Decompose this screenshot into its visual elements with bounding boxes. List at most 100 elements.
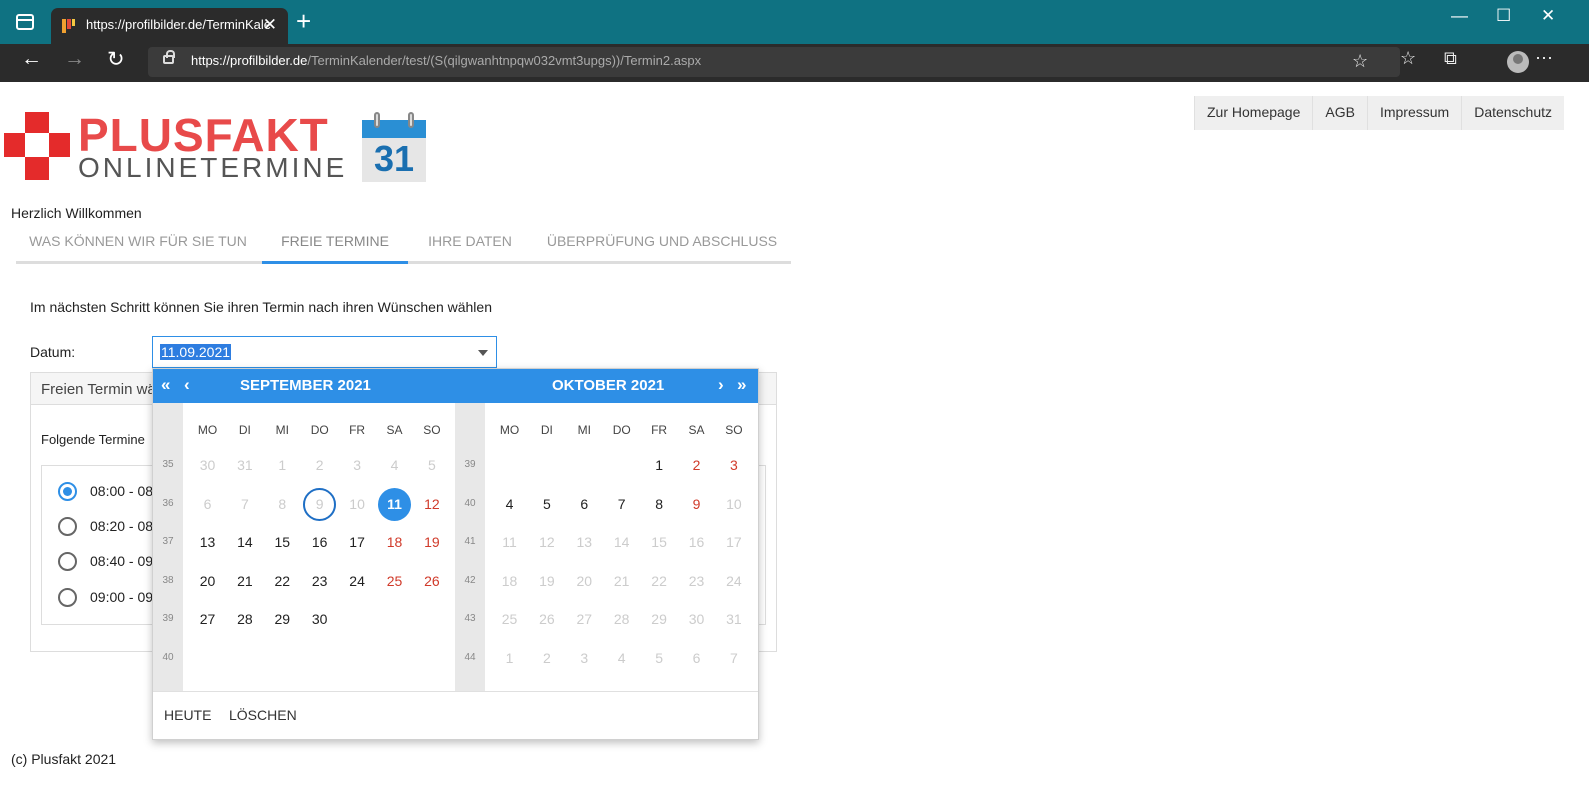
day-cell[interactable]: 4 (491, 488, 528, 520)
nav-homepage-link[interactable]: Zur Homepage (1194, 96, 1313, 130)
day-cell-selected[interactable]: 11 (376, 487, 413, 521)
collections-icon[interactable]: ⧉ (1444, 48, 1457, 69)
day-cell[interactable]: 11 (491, 526, 528, 558)
month-title-september[interactable]: SEPTEMBER 2021 (240, 377, 371, 394)
day-cell[interactable]: 6 (566, 488, 603, 520)
day-cell[interactable]: 5 (641, 642, 678, 674)
day-cell[interactable]: 4 (376, 449, 413, 481)
step-your-data[interactable]: IHRE DATEN (418, 228, 522, 264)
day-cell[interactable]: 22 (641, 565, 678, 597)
day-cell[interactable]: 15 (264, 526, 301, 558)
radio-icon[interactable] (58, 517, 77, 536)
day-cell[interactable]: 2 (678, 449, 715, 481)
day-cell[interactable]: 21 (226, 565, 263, 597)
day-cell[interactable]: 31 (715, 603, 752, 635)
favorites-icon[interactable]: ☆ (1400, 48, 1416, 69)
day-cell[interactable]: 7 (715, 642, 752, 674)
radio-icon[interactable] (58, 588, 77, 607)
day-cell[interactable]: 25 (491, 603, 528, 635)
day-cell[interactable]: 24 (339, 565, 376, 597)
day-cell[interactable]: 16 (301, 526, 338, 558)
step-services[interactable]: WAS KÖNNEN WIR FÜR SIE TUN (24, 228, 252, 264)
clear-button[interactable]: LÖSCHEN (229, 707, 297, 723)
day-cell[interactable]: 1 (264, 449, 301, 481)
day-cell[interactable]: 1 (641, 449, 678, 481)
dropdown-caret-icon[interactable] (478, 350, 488, 356)
forward-icon[interactable]: → (64, 47, 85, 71)
day-cell[interactable]: 2 (528, 642, 565, 674)
day-cell[interactable]: 10 (339, 488, 376, 520)
day-cell[interactable]: 28 (603, 603, 640, 635)
day-cell[interactable]: 4 (603, 642, 640, 674)
profile-avatar[interactable] (1507, 51, 1529, 73)
day-cell[interactable]: 12 (528, 526, 565, 558)
step-review[interactable]: ÜBERPRÜFUNG UND ABSCHLUSS (542, 228, 782, 264)
day-cell[interactable]: 13 (189, 526, 226, 558)
tab-actions-icon[interactable] (16, 14, 34, 30)
day-cell[interactable]: 24 (715, 565, 752, 597)
nav-agb-link[interactable]: AGB (1312, 96, 1367, 130)
day-cell[interactable]: 3 (339, 449, 376, 481)
day-cell[interactable]: 20 (566, 565, 603, 597)
day-cell[interactable]: 12 (413, 488, 450, 520)
radio-selected-icon[interactable] (58, 482, 77, 501)
radio-icon[interactable] (58, 552, 77, 571)
day-cell[interactable]: 8 (264, 488, 301, 520)
day-cell[interactable]: 23 (678, 565, 715, 597)
next-month-icon[interactable]: › (718, 375, 724, 395)
day-cell[interactable]: 29 (264, 603, 301, 635)
day-cell[interactable]: 18 (376, 526, 413, 558)
day-cell[interactable]: 23 (301, 565, 338, 597)
day-cell[interactable]: 25 (376, 565, 413, 597)
add-favorite-icon[interactable]: ☆ (1352, 51, 1368, 72)
day-cell[interactable]: 3 (566, 642, 603, 674)
day-cell[interactable]: 6 (189, 488, 226, 520)
next-year-icon[interactable]: » (737, 375, 746, 395)
close-tab-icon[interactable]: ✕ (263, 8, 277, 42)
day-cell[interactable]: 10 (715, 488, 752, 520)
day-cell[interactable]: 27 (566, 603, 603, 635)
new-tab-icon[interactable]: + (296, 6, 311, 37)
day-cell[interactable]: 9 (678, 488, 715, 520)
day-cell[interactable]: 7 (226, 488, 263, 520)
day-cell[interactable]: 17 (715, 526, 752, 558)
day-cell[interactable]: 29 (641, 603, 678, 635)
plusfakt-logo[interactable]: PLUSFAKT ONLINETERMINE 31 (4, 109, 426, 184)
day-cell[interactable]: 8 (641, 488, 678, 520)
month-title-oktober[interactable]: OKTOBER 2021 (552, 377, 664, 394)
maximize-icon[interactable]: ☐ (1496, 6, 1511, 26)
day-cell[interactable]: 6 (678, 642, 715, 674)
day-cell[interactable]: 21 (603, 565, 640, 597)
day-cell[interactable]: 20 (189, 565, 226, 597)
day-cell[interactable]: 19 (528, 565, 565, 597)
day-cell[interactable]: 19 (413, 526, 450, 558)
day-cell[interactable]: 22 (264, 565, 301, 597)
day-cell[interactable]: 7 (603, 488, 640, 520)
day-cell[interactable]: 30 (189, 449, 226, 481)
step-free-appointments[interactable]: FREIE TERMINE (262, 228, 408, 264)
day-cell[interactable]: 26 (528, 603, 565, 635)
day-cell[interactable]: 14 (603, 526, 640, 558)
day-cell[interactable]: 14 (226, 526, 263, 558)
window-close-icon[interactable]: ✕ (1541, 6, 1555, 26)
day-cell[interactable]: 30 (678, 603, 715, 635)
day-cell[interactable]: 1 (491, 642, 528, 674)
back-icon[interactable]: ← (21, 47, 42, 71)
prev-year-icon[interactable]: « (161, 375, 170, 395)
day-cell[interactable]: 17 (339, 526, 376, 558)
day-cell[interactable]: 31 (226, 449, 263, 481)
today-button[interactable]: HEUTE (164, 707, 211, 723)
day-cell[interactable]: 5 (528, 488, 565, 520)
minimize-icon[interactable]: — (1451, 6, 1468, 26)
reload-icon[interactable]: ↻ (107, 47, 125, 72)
day-cell[interactable]: 30 (301, 603, 338, 635)
nav-impressum-link[interactable]: Impressum (1366, 96, 1462, 130)
nav-datenschutz-link[interactable]: Datenschutz (1461, 96, 1565, 130)
date-input[interactable]: 11.09.2021 (152, 336, 497, 368)
day-cell[interactable]: 28 (226, 603, 263, 635)
day-cell[interactable]: 15 (641, 526, 678, 558)
prev-month-icon[interactable]: ‹ (184, 375, 190, 395)
day-cell[interactable]: 13 (566, 526, 603, 558)
address-bar[interactable]: https://profilbilder.de/TerminKalender/t… (148, 47, 1400, 77)
day-cell[interactable]: 2 (301, 449, 338, 481)
